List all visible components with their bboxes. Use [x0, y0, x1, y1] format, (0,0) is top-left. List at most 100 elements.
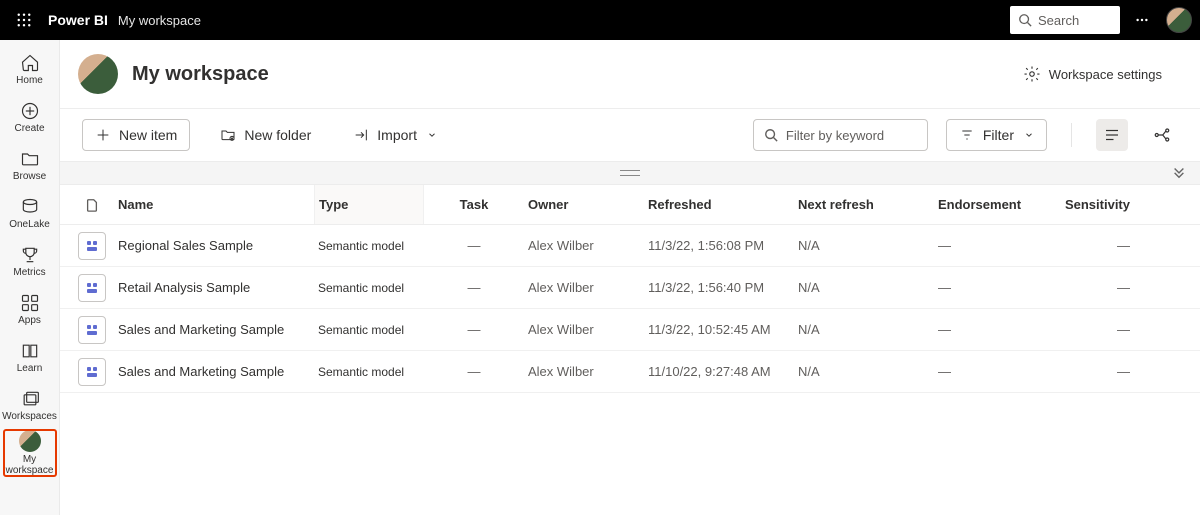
gripper-icon: [620, 170, 640, 176]
col-owner[interactable]: Owner: [524, 197, 644, 212]
nav-create-label: Create: [14, 123, 44, 134]
cell-next-refresh: N/A: [794, 322, 934, 337]
cell-owner: Alex Wilber: [524, 322, 644, 337]
nav-learn-label: Learn: [17, 363, 43, 374]
col-endorsement[interactable]: Endorsement: [934, 197, 1054, 212]
home-icon: [20, 53, 40, 73]
action-toolbar: New item New folder Import Filter by key…: [60, 109, 1200, 161]
table-row[interactable]: Sales and Marketing Sample Semantic mode…: [60, 351, 1200, 393]
panel-gripper[interactable]: [60, 161, 1200, 185]
cell-refreshed: 11/3/22, 10:52:45 AM: [644, 322, 794, 337]
col-name[interactable]: Name: [114, 197, 314, 212]
table-header-row: Name Type Task Owner Refreshed Next refr…: [60, 185, 1200, 225]
folder-plus-icon: [220, 127, 236, 143]
nav-workspaces[interactable]: Workspaces: [4, 382, 56, 428]
search-input[interactable]: Search: [1010, 6, 1120, 34]
table-row[interactable]: Retail Analysis Sample Semantic model — …: [60, 267, 1200, 309]
cell-task: —: [424, 364, 524, 379]
semantic-model-icon: [78, 232, 106, 260]
col-type[interactable]: Type: [314, 185, 424, 224]
nav-browse[interactable]: Browse: [4, 142, 56, 188]
import-label: Import: [377, 127, 417, 143]
table-row[interactable]: Regional Sales Sample Semantic model — A…: [60, 225, 1200, 267]
new-folder-label: New folder: [244, 127, 311, 143]
cell-type: Semantic model: [314, 323, 424, 337]
cell-next-refresh: N/A: [794, 238, 934, 253]
cell-name: Regional Sales Sample: [114, 238, 314, 253]
cell-name: Retail Analysis Sample: [114, 280, 314, 295]
filter-icon: [959, 127, 975, 143]
expand-panel-button[interactable]: [1172, 165, 1186, 182]
workspaces-icon: [20, 389, 40, 409]
items-table: Name Type Task Owner Refreshed Next refr…: [60, 185, 1200, 393]
cell-refreshed: 11/3/22, 1:56:08 PM: [644, 238, 794, 253]
table-row[interactable]: Sales and Marketing Sample Semantic mode…: [60, 309, 1200, 351]
search-placeholder: Search: [1038, 13, 1079, 28]
cell-sensitivity: —: [1054, 280, 1134, 295]
nav-onelake[interactable]: OneLake: [4, 190, 56, 236]
cell-type: Semantic model: [314, 239, 424, 253]
cell-task: —: [424, 280, 524, 295]
cell-name: Sales and Marketing Sample: [114, 322, 314, 337]
user-avatar[interactable]: [1166, 7, 1192, 33]
app-launcher-button[interactable]: [8, 4, 40, 36]
semantic-model-icon: [78, 358, 106, 386]
book-icon: [20, 341, 40, 361]
nav-my-workspace[interactable]: My workspace: [4, 430, 56, 476]
nav-apps-label: Apps: [18, 315, 41, 326]
cell-endorsement: —: [934, 322, 1054, 337]
semantic-model-icon: [78, 316, 106, 344]
cell-type: Semantic model: [314, 281, 424, 295]
nav-home-label: Home: [16, 75, 43, 86]
new-item-button[interactable]: New item: [82, 119, 190, 151]
toolbar-divider: [1071, 123, 1072, 147]
workspace-header: My workspace Workspace settings: [60, 40, 1200, 109]
cell-name: Sales and Marketing Sample: [114, 364, 314, 379]
cell-next-refresh: N/A: [794, 364, 934, 379]
import-icon: [353, 127, 369, 143]
search-icon: [1018, 13, 1032, 27]
cell-next-refresh: N/A: [794, 280, 934, 295]
lineage-icon: [1153, 126, 1171, 144]
cell-task: —: [424, 238, 524, 253]
cell-refreshed: 11/10/22, 9:27:48 AM: [644, 364, 794, 379]
nav-create[interactable]: Create: [4, 94, 56, 140]
new-item-label: New item: [119, 127, 177, 143]
filter-button[interactable]: Filter: [946, 119, 1047, 151]
cell-owner: Alex Wilber: [524, 238, 644, 253]
col-task[interactable]: Task: [424, 197, 524, 212]
col-icon[interactable]: [70, 198, 114, 212]
cell-refreshed: 11/3/22, 1:56:40 PM: [644, 280, 794, 295]
breadcrumb[interactable]: My workspace: [118, 13, 201, 28]
nav-apps[interactable]: Apps: [4, 286, 56, 332]
nav-browse-label: Browse: [13, 171, 46, 182]
nav-workspaces-label: Workspaces: [2, 411, 57, 422]
more-options-button[interactable]: [1126, 4, 1158, 36]
chevron-down-icon: [1024, 130, 1034, 140]
nav-my-workspace-label: My workspace: [4, 454, 56, 476]
nav-metrics[interactable]: Metrics: [4, 238, 56, 284]
nav-rail: Home Create Browse OneLake Metrics Apps …: [0, 40, 60, 515]
nav-home[interactable]: Home: [4, 46, 56, 92]
col-sensitivity[interactable]: Sensitivity: [1054, 197, 1134, 212]
col-next-refresh[interactable]: Next refresh: [794, 197, 934, 212]
new-folder-button[interactable]: New folder: [208, 119, 323, 151]
col-refreshed[interactable]: Refreshed: [644, 197, 794, 212]
semantic-model-icon: [78, 274, 106, 302]
filter-keyword-input[interactable]: Filter by keyword: [753, 119, 928, 151]
nav-learn[interactable]: Learn: [4, 334, 56, 380]
workspace-settings-button[interactable]: Workspace settings: [1009, 57, 1176, 91]
import-button[interactable]: Import: [341, 119, 449, 151]
gear-icon: [1023, 65, 1041, 83]
cell-endorsement: —: [934, 238, 1054, 253]
cell-endorsement: —: [934, 280, 1054, 295]
page-title: My workspace: [132, 63, 269, 86]
lineage-view-button[interactable]: [1146, 119, 1178, 151]
chevron-double-down-icon: [1172, 165, 1186, 179]
trophy-icon: [20, 245, 40, 265]
search-icon: [764, 128, 778, 142]
workspace-avatar: [78, 54, 118, 94]
cell-task: —: [424, 322, 524, 337]
apps-icon: [20, 293, 40, 313]
list-view-button[interactable]: [1096, 119, 1128, 151]
